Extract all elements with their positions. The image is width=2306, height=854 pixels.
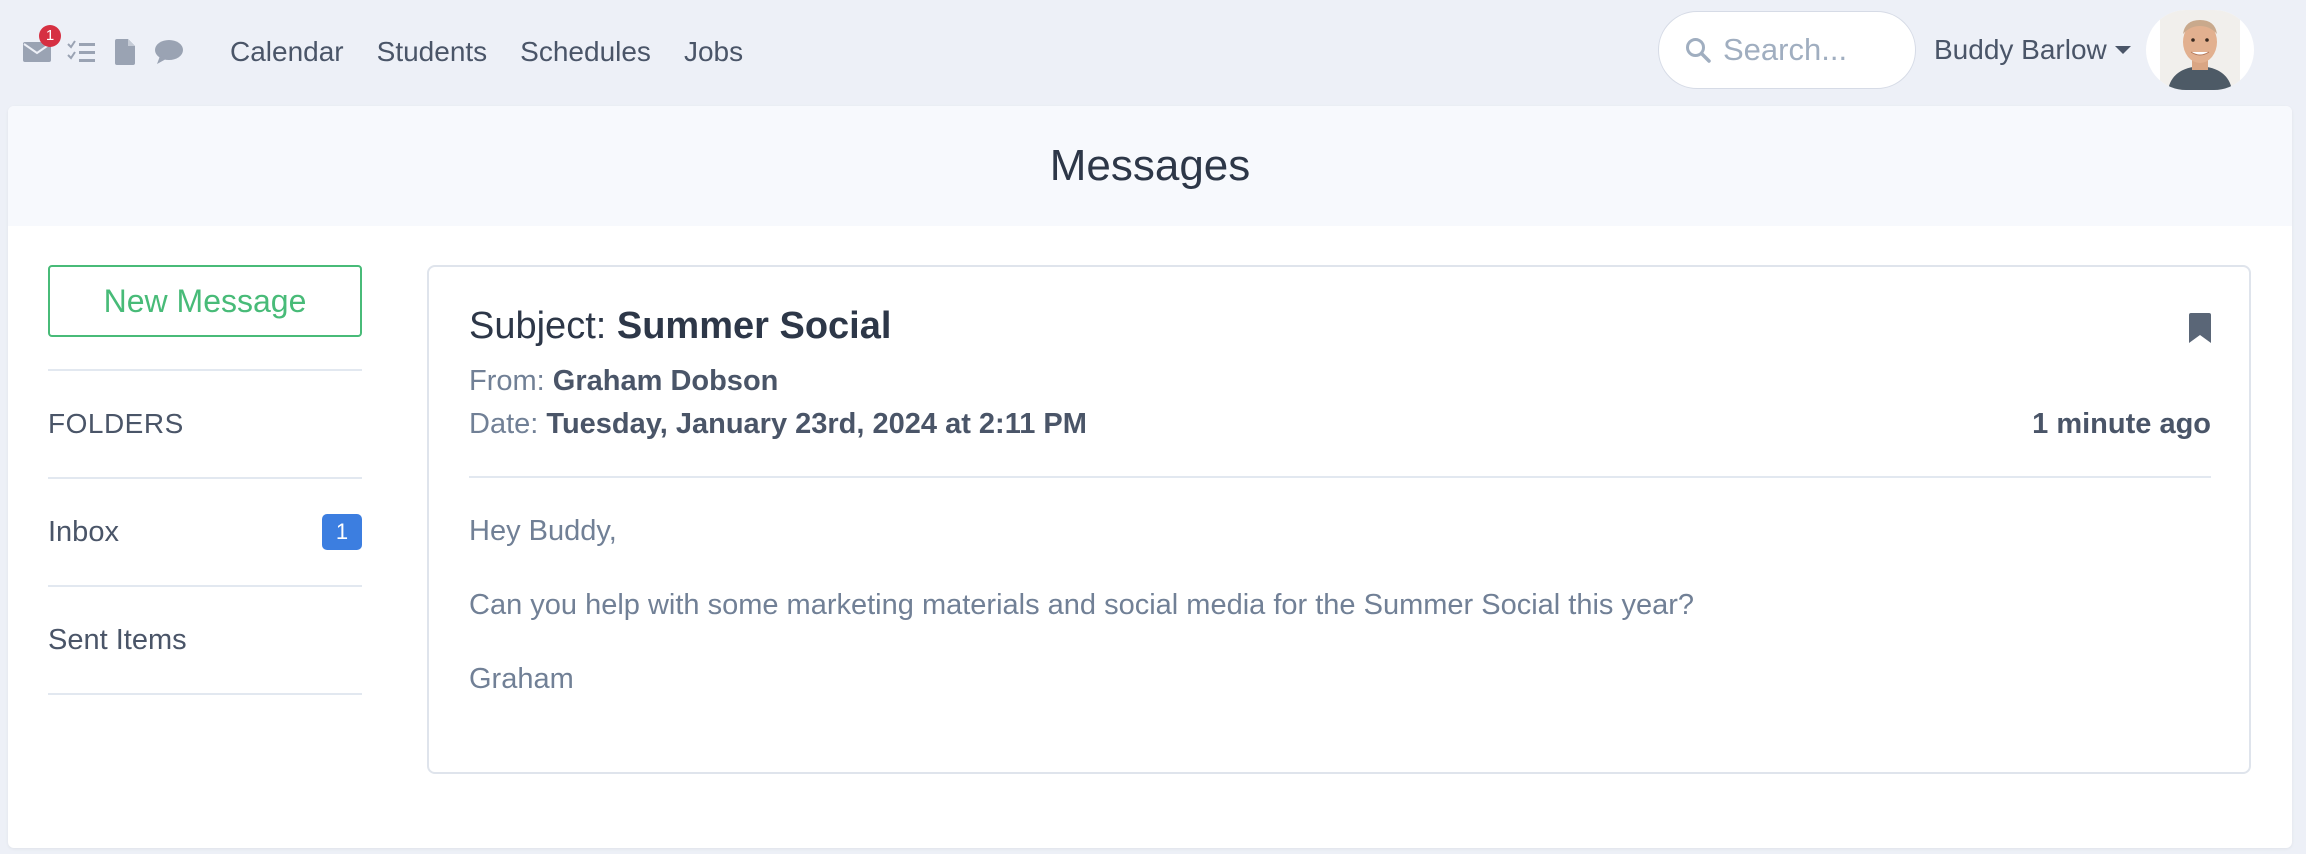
new-message-button[interactable]: New Message [48,265,362,337]
message-from: From: Graham Dobson [469,365,778,398]
card-header: Messages [8,106,2292,226]
date-label: Date: [469,408,539,440]
user-menu-dropdown[interactable]: Buddy Barlow [1934,34,2131,66]
search-icon [1686,38,1711,63]
folder-item-sent-items[interactable]: Sent Items [48,587,362,693]
body-paragraph: Hey Buddy, [469,515,617,547]
inbox-count-badge: 1 [322,514,362,550]
avatar[interactable] [2145,10,2254,90]
search-input[interactable] [1723,32,1903,68]
messages-card: Messages New Message FOLDERS Inbox 1 Sen… [8,106,2292,848]
subject-prefix: Subject: [469,305,607,347]
from-label: From: [469,365,545,397]
folder-item-inbox[interactable]: Inbox 1 [48,479,362,585]
folders-heading: FOLDERS [48,408,184,439]
page-title: Messages [1049,141,1251,190]
checklist-icon[interactable] [66,37,96,67]
chevron-down-icon [2114,46,2131,54]
message-subject: Subject: Summer Social [469,305,891,348]
nav-link-schedules[interactable]: Schedules [520,36,651,68]
divider [469,476,2211,478]
message-date: Date: Tuesday, January 23rd, 2024 at 2:1… [469,408,1087,441]
body-paragraph: Graham [469,663,574,695]
nav-icon-group: 1 [22,25,184,67]
unread-badge: 1 [39,25,61,47]
nav-links: Calendar Students Schedules Jobs [230,36,743,68]
top-navbar: 1 Calendar Students Schedules Jobs Searc… [0,0,2306,104]
folder-label: Sent Items [48,623,187,656]
message-body: Hey Buddy, Can you help with some market… [469,513,1694,735]
message-panel: Subject: Summer Social From: Graham Dobs… [427,265,2251,774]
user-name: Buddy Barlow [1934,34,2107,65]
body-paragraph: Can you help with some marketing materia… [469,589,1694,621]
envelope-icon[interactable]: 1 [22,25,61,67]
folders-sidebar: New Message FOLDERS Inbox 1 Sent Items [48,265,362,695]
date-value: Tuesday, January 23rd, 2024 at 2:11 PM [546,408,1087,440]
folder-label: Inbox [48,515,119,548]
sender-name: Graham Dobson [552,365,779,397]
nav-link-students[interactable]: Students [377,36,488,68]
subject-text: Summer Social [616,305,892,347]
chat-bubble-icon[interactable] [154,37,184,67]
nav-right-group: Buddy Barlow [1658,10,2254,90]
nav-link-jobs[interactable]: Jobs [684,36,743,68]
bookmark-icon[interactable] [2189,313,2211,348]
divider [48,693,362,695]
relative-time: 1 minute ago [2032,408,2211,440]
file-icon[interactable] [110,37,140,67]
nav-link-calendar[interactable]: Calendar [230,36,344,68]
search-box [1658,11,1916,89]
